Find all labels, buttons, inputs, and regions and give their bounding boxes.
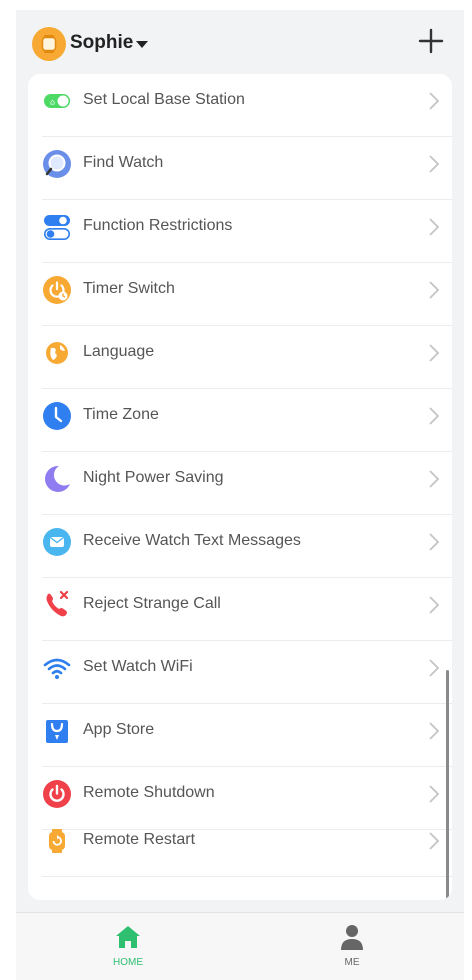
toggles-icon — [43, 215, 70, 240]
scrollbar[interactable] — [446, 670, 449, 900]
power-timer-icon — [43, 276, 71, 304]
header: Sophie — [16, 10, 464, 74]
list-item-night-power-saving[interactable]: Night Power Saving — [28, 452, 452, 515]
list-item-label: Night Power Saving — [83, 469, 224, 486]
list-item-find-watch[interactable]: Find Watch — [28, 137, 452, 200]
chevron-right-icon — [429, 785, 440, 803]
list-item-label: Remote Shutdown — [83, 784, 215, 801]
svg-text:⌂: ⌂ — [50, 98, 55, 107]
tab-me[interactable]: ME — [292, 919, 412, 975]
list-item-label: Set Watch WiFi — [83, 658, 193, 675]
moon-icon — [45, 465, 70, 492]
list-item-language[interactable]: Language — [28, 326, 452, 389]
clock-icon — [43, 402, 71, 430]
list-item-app-store[interactable]: App Store — [28, 704, 452, 767]
person-icon — [341, 925, 363, 950]
chevron-right-icon — [429, 470, 440, 488]
chevron-right-icon — [429, 92, 440, 110]
chevron-right-icon — [429, 407, 440, 425]
home-icon — [116, 926, 140, 948]
list-item-label: Reject Strange Call — [83, 595, 221, 612]
list-item-set-watch-wifi[interactable]: Set Watch WiFi — [28, 641, 452, 704]
list-item-label: Find Watch — [83, 154, 164, 171]
add-device-button[interactable] — [418, 28, 444, 54]
chevron-right-icon — [429, 281, 440, 299]
chevron-right-icon — [429, 218, 440, 236]
list-item-timer-switch[interactable]: Timer Switch — [28, 263, 452, 326]
shopping-bag-icon — [46, 720, 68, 743]
list-item-set-local-base-station[interactable]: ⌂ Set Local Base Station — [28, 74, 452, 137]
app-screen: Sophie ⌂ Set Local Base Station Find Wat… — [16, 10, 464, 980]
phone-reject-icon — [46, 590, 69, 617]
list-item-remote-restart[interactable]: Remote Restart — [28, 814, 452, 877]
list-item-label: Language — [83, 343, 155, 360]
settings-list: ⌂ Set Local Base Station Find Watch Func… — [28, 74, 452, 900]
watch-icon — [41, 35, 57, 53]
list-item-label: Timer Switch — [83, 280, 175, 297]
tab-home[interactable]: HOME — [68, 919, 188, 975]
toggle-switch-icon: ⌂ — [44, 94, 70, 108]
list-item-label: Remote Restart — [83, 831, 196, 848]
chevron-right-icon — [429, 596, 440, 614]
list-item-function-restrictions[interactable]: Function Restrictions — [28, 200, 452, 263]
profile-name[interactable]: Sophie — [70, 32, 133, 54]
power-icon — [43, 780, 71, 808]
tab-home-label: HOME — [113, 957, 143, 968]
chevron-right-icon — [429, 722, 440, 740]
profile-avatar[interactable] — [32, 27, 66, 61]
tab-me-label: ME — [344, 957, 360, 968]
list-item-label: Set Local Base Station — [83, 91, 245, 108]
message-icon — [43, 528, 71, 556]
list-item-time-zone[interactable]: Time Zone — [28, 389, 452, 452]
plus-icon — [418, 28, 444, 54]
divider — [42, 876, 452, 877]
watch-restart-icon — [49, 829, 65, 853]
chevron-right-icon — [429, 533, 440, 551]
list-item-receive-watch-text-messages[interactable]: Receive Watch Text Messages — [28, 515, 452, 578]
magnifier-icon — [43, 150, 71, 178]
list-item-label: Function Restrictions — [83, 217, 233, 234]
list-item-reject-strange-call[interactable]: Reject Strange Call — [28, 578, 452, 641]
chevron-right-icon — [429, 659, 440, 677]
list-item-label: App Store — [83, 721, 155, 738]
chevron-right-icon — [429, 832, 440, 850]
tab-bar: HOME ME — [16, 912, 464, 980]
wifi-icon — [43, 658, 71, 679]
chevron-right-icon — [429, 344, 440, 362]
list-item-label: Time Zone — [83, 406, 159, 423]
globe-icon — [46, 342, 68, 364]
chevron-right-icon — [429, 155, 440, 173]
chevron-down-icon[interactable] — [136, 41, 148, 48]
list-item-label: Receive Watch Text Messages — [83, 532, 301, 549]
